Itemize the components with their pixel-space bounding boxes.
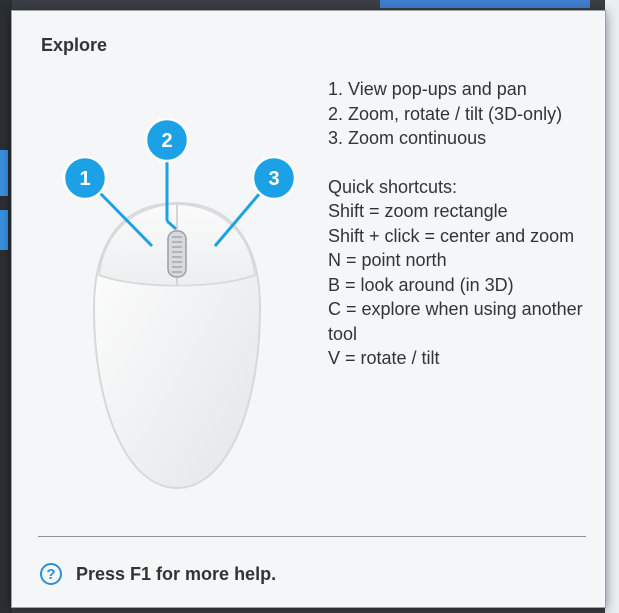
shortcut-item: B = look around (in 3D) — [328, 274, 514, 295]
explore-tooltip: Explore 1 2 3 1. View pop-ups and pan 2.… — [11, 10, 606, 608]
instructions-text: 1. View pop-ups and pan 2. Zoom, rotate … — [328, 77, 598, 371]
background-blue-strip — [0, 150, 8, 196]
callout-1: 1 — [62, 155, 154, 248]
shortcut-item: N = point north — [328, 250, 447, 270]
footer-divider — [38, 536, 586, 537]
callout-3: 3 — [213, 155, 297, 247]
mouse-icon — [92, 201, 262, 490]
help-circle-icon[interactable]: ? — [40, 563, 62, 585]
background-map-edge — [605, 0, 619, 613]
instruction-button-3: 3. Zoom continuous — [328, 128, 487, 148]
help-footer: ? Press F1 for more help. — [40, 559, 276, 589]
shortcut-item: Shift = zoom rectangle — [328, 201, 508, 221]
instruction-button-2: 2. Zoom, rotate / tilt (3D-only) — [328, 103, 563, 124]
callout-2-label: 2 — [161, 130, 172, 152]
help-footer-text: Press F1 for more help. — [76, 563, 277, 584]
shortcut-item: Shift + click = center and zoom — [328, 225, 575, 246]
shortcut-item: C = explore when using another tool — [328, 299, 583, 344]
shortcut-item: V = rotate / tilt — [328, 348, 440, 368]
background-blue-strip — [0, 210, 8, 250]
mouse-illustration: 1 2 3 — [62, 117, 297, 490]
tooltip-title: Explore — [41, 35, 108, 55]
background-app-top-bar — [380, 0, 590, 8]
shortcuts-heading: Quick shortcuts: — [328, 176, 458, 197]
instruction-button-1: 1. View pop-ups and pan — [328, 79, 527, 99]
callout-3-label: 3 — [268, 168, 279, 190]
callout-1-label: 1 — [79, 168, 90, 190]
